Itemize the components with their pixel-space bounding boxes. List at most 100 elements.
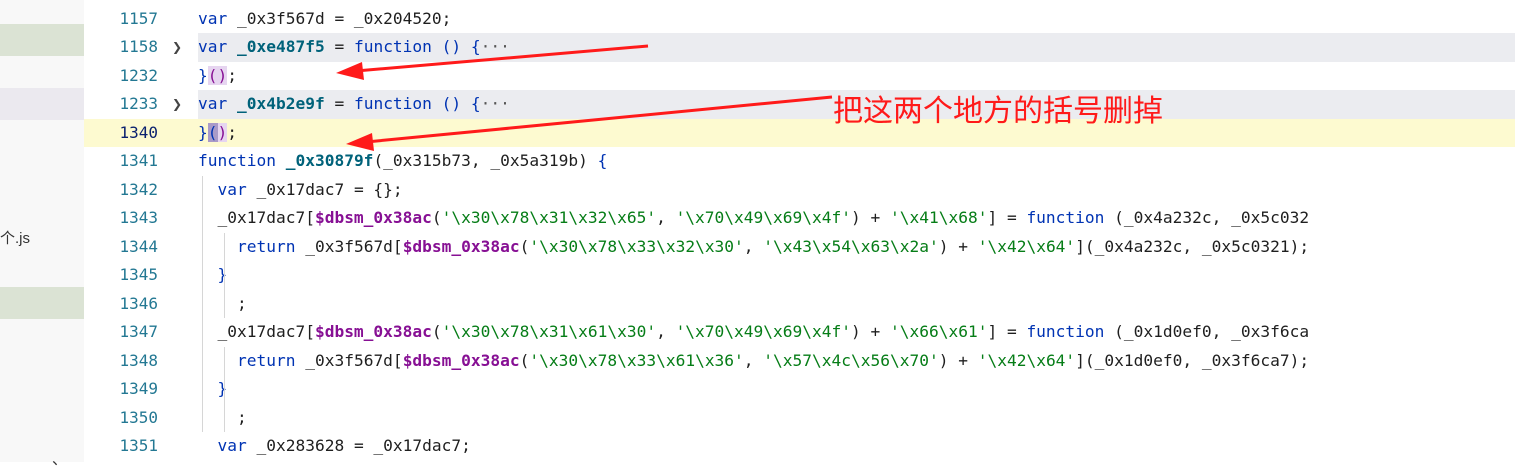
code-token: (_0x4a232c, _0x5c032: [1114, 208, 1310, 227]
code-line[interactable]: 1342 var _0x17dac7 = {};: [84, 176, 1515, 205]
line-number: 1157: [119, 8, 158, 28]
code-token: '\x41\x68': [889, 208, 988, 227]
code-token: '\x30\x78\x33\x32\x30': [529, 236, 744, 256]
code-token: _0x17dac7[: [198, 322, 315, 341]
code-token: '\x66\x61': [889, 322, 988, 341]
line-number: 1351: [119, 436, 158, 455]
code-token: var: [198, 8, 237, 28]
code-token: ,: [743, 236, 764, 256]
code-line[interactable]: 1344 return _0x3f567d[$dbsm_0x38ac('\x30…: [84, 233, 1515, 262]
code-line[interactable]: 1233 ❯ var _0x4b2e9f = function () {···: [84, 90, 1515, 119]
code-token: '\x43\x54\x63\x2a': [763, 236, 939, 256]
code-text[interactable]: }();: [198, 62, 237, 91]
code-token: $dbsm_0x38ac: [402, 350, 520, 370]
code-token: _0x3f567d = _0x204520;: [236, 8, 452, 28]
code-line[interactable]: 1350 ;: [84, 404, 1515, 433]
code-token: _0x17dac7 = {};: [256, 179, 403, 199]
code-text[interactable]: ;: [198, 290, 247, 319]
code-line[interactable]: 1346 ;: [84, 290, 1515, 319]
code-token: _0x4b2e9f: [236, 94, 325, 113]
sidebar-highlight-row[interactable]: [0, 287, 84, 319]
code-text[interactable]: var _0x3f567d = _0x204520;: [198, 5, 451, 34]
line-number: 1343: [119, 208, 158, 227]
code-text[interactable]: ;: [198, 404, 247, 433]
line-number: 1158: [119, 37, 158, 56]
code-token: ;: [227, 65, 237, 85]
line-number: 1341: [119, 151, 158, 170]
line-number: 1349: [119, 379, 158, 398]
line-number: 1345: [119, 265, 158, 284]
code-token: ,: [656, 322, 676, 341]
code-token: '\x70\x49\x69\x4f': [675, 322, 851, 341]
code-text[interactable]: var _0x4b2e9f = function () {···: [198, 90, 510, 119]
code-token: ](_0x4a232c, _0x5c0321);: [1075, 236, 1310, 256]
code-token: function: [353, 94, 442, 113]
code-text[interactable]: var _0x17dac7 = {};: [198, 176, 403, 205]
code-text[interactable]: var _0xe487f5 = function () {···: [198, 33, 510, 62]
code-line[interactable]: 1349 }: [84, 375, 1515, 404]
code-line[interactable]: 1351 var _0x283628 = _0x17dac7;: [84, 432, 1515, 461]
code-token: =: [324, 37, 354, 56]
code-line[interactable]: 1158 ❯ var _0xe487f5 = function () {···: [84, 33, 1515, 62]
code-token: $dbsm_0x38ac: [402, 236, 520, 256]
sidebar-file-label[interactable]: 个.js: [0, 227, 30, 248]
code-token: ···: [480, 94, 510, 113]
line-number: 1340: [119, 122, 158, 142]
code-token: }: [198, 65, 208, 85]
code-token: ;: [198, 293, 247, 313]
code-text[interactable]: var _0x283628 = _0x17dac7;: [198, 432, 471, 461]
fold-chevron-icon[interactable]: ❯: [172, 33, 182, 62]
code-token: {: [470, 37, 481, 56]
code-token: (_0x1d0ef0, _0x3f6ca: [1114, 322, 1310, 341]
sidebar-selected-row[interactable]: [0, 24, 84, 56]
fold-chevron-icon[interactable]: ❯: [172, 90, 182, 119]
line-number: 1232: [119, 65, 158, 85]
code-token: return: [236, 236, 306, 256]
code-text[interactable]: }();: [198, 119, 237, 148]
code-token: ] =: [987, 208, 1027, 227]
code-text[interactable]: return _0x3f567d[$dbsm_0x38ac('\x30\x78\…: [198, 233, 1309, 262]
code-token: (: [207, 122, 218, 142]
code-token: _0xe487f5: [236, 37, 325, 56]
line-number: 1350: [119, 407, 158, 427]
line-number: 1346: [119, 293, 158, 313]
code-token: ) +: [938, 350, 978, 370]
code-token: ···: [480, 37, 510, 56]
code-token: }: [217, 265, 228, 284]
sidebar-hover-row[interactable]: [0, 88, 84, 120]
line-number: 1342: [119, 179, 158, 199]
code-line[interactable]: 1232 }();: [84, 62, 1515, 91]
code-token: =: [324, 94, 354, 113]
code-line[interactable]: 1340 }();: [84, 118, 1515, 148]
code-editor[interactable]: 1157 var _0x3f567d = _0x204520; 1158 ❯ var _…: [84, 0, 1515, 462]
code-line[interactable]: 1348 return _0x3f567d[$dbsm_0x38ac('\x30…: [84, 347, 1515, 376]
code-token: $dbsm_0x38ac: [314, 208, 432, 227]
code-line[interactable]: 1157 var _0x3f567d = _0x204520;: [84, 5, 1515, 34]
sidebar-bottom-fragment: 、: [52, 451, 68, 468]
code-text[interactable]: function _0x30879f(_0x315b73, _0x5a319b)…: [198, 147, 607, 176]
code-token: var: [217, 436, 257, 455]
code-line[interactable]: 1341 function _0x30879f(_0x315b73, _0x5a3…: [84, 147, 1515, 176]
current-line-highlight: [84, 118, 1515, 147]
code-text[interactable]: return _0x3f567d[$dbsm_0x38ac('\x30\x78\…: [198, 347, 1309, 376]
code-token: ) +: [851, 322, 890, 341]
code-line[interactable]: 1347 _0x17dac7[$dbsm_0x38ac('\x30\x78\x3…: [84, 318, 1515, 347]
code-token: (: [431, 208, 442, 227]
code-token: _0x30879f: [285, 151, 374, 170]
code-token: ): [451, 94, 462, 113]
code-token: $dbsm_0x38ac: [314, 322, 432, 341]
code-token: (: [431, 322, 442, 341]
code-text[interactable]: _0x17dac7[$dbsm_0x38ac('\x30\x78\x31\x32…: [198, 204, 1309, 233]
code-token: var: [198, 37, 237, 56]
code-line[interactable]: 1345 }: [84, 261, 1515, 290]
code-text[interactable]: _0x17dac7[$dbsm_0x38ac('\x30\x78\x31\x61…: [198, 318, 1309, 347]
code-token: function: [1026, 208, 1115, 227]
code-token: }: [198, 122, 208, 142]
code-line[interactable]: 1343 _0x17dac7[$dbsm_0x38ac('\x30\x78\x3…: [84, 204, 1515, 233]
code-token: ] =: [987, 322, 1027, 341]
code-token: (: [441, 37, 452, 56]
code-token: '\x70\x49\x69\x4f': [675, 208, 851, 227]
